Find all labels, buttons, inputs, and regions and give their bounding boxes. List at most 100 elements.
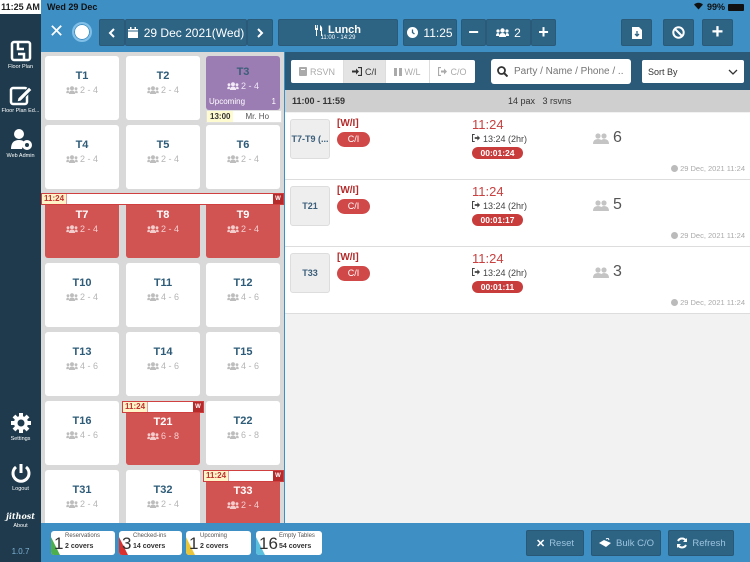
pax-value: 6 — [613, 129, 622, 146]
table-t12[interactable]: T12 4 - 6 — [206, 263, 280, 327]
table-t4[interactable]: T4 2 - 4 — [45, 125, 119, 189]
table-t21[interactable]: T21 6 - 8 — [126, 409, 200, 465]
users-icon — [147, 500, 159, 508]
entry-status-badge[interactable]: C/I — [337, 266, 370, 281]
table-t33[interactable]: T33 2 - 4 — [206, 478, 280, 523]
sidebar-item-logout[interactable]: Logout — [0, 462, 41, 492]
battery-level: 99% — [706, 2, 725, 12]
time-button[interactable]: 11:25 — [403, 19, 457, 46]
status-circle-button[interactable] — [72, 22, 92, 42]
table-capacity: 2 - 4 — [45, 85, 119, 95]
tab-checkin[interactable]: C/I — [344, 60, 386, 83]
table-t16[interactable]: T16 4 - 6 — [45, 401, 119, 465]
bulk-checkout-button[interactable]: Bulk C/O — [591, 530, 661, 556]
walkin-strip[interactable]: 11:24 W — [203, 470, 284, 482]
sort-label: Sort By — [648, 66, 678, 77]
export-button[interactable] — [621, 19, 652, 46]
refresh-icon — [677, 537, 688, 549]
search-input[interactable] — [514, 66, 624, 77]
reset-button[interactable]: ✕ Reset — [526, 530, 584, 556]
users-icon — [147, 225, 159, 233]
reservation-entry[interactable]: T33 [W/I] C/I 11:24 13:24 (2hr) 00:01:11 3 29 D… — [285, 247, 750, 314]
file-download-icon — [631, 26, 642, 39]
table-t15[interactable]: T15 4 - 6 — [206, 332, 280, 396]
pax-value: 5 — [613, 196, 622, 213]
table-capacity: 6 - 8 — [206, 430, 280, 440]
entry-timer: 00:01:11 — [472, 281, 523, 293]
sidebar-label: Floor Plan — [7, 64, 34, 70]
table-t13[interactable]: T13 4 - 6 — [45, 332, 119, 396]
sort-by-select[interactable]: Sort By — [642, 60, 744, 83]
next-date-button[interactable] — [247, 19, 273, 46]
table-t5[interactable]: T5 2 - 4 — [126, 125, 200, 189]
entry-type: [W/I] — [337, 252, 359, 263]
table-t32[interactable]: T32 2 - 4 — [126, 470, 200, 523]
reservation-entry[interactable]: T21 [W/I] C/I 11:24 13:24 (2hr) 00:01:17 5 29 D… — [285, 180, 750, 247]
table-t7[interactable]: T7 2 - 4 — [45, 202, 119, 258]
capacity-value: 4 - 6 — [240, 292, 259, 302]
block-button[interactable] — [663, 19, 694, 46]
reservation-strip[interactable]: 13:00 Mr. Ho — [206, 110, 282, 123]
table-t14[interactable]: T14 4 - 6 — [126, 332, 200, 396]
stat-covers: 2 covers — [200, 543, 229, 550]
sidebar-label: Settings — [10, 436, 31, 442]
add-button[interactable]: + — [702, 19, 733, 46]
table-t31[interactable]: T31 2 - 4 — [45, 470, 119, 523]
users-icon — [147, 362, 159, 370]
stat-covers: 2 covers — [65, 543, 94, 550]
entry-time: 11:24 — [472, 251, 504, 266]
table-t2[interactable]: T2 2 - 4 — [126, 56, 200, 120]
table-t10[interactable]: T10 2 - 4 — [45, 263, 119, 327]
sidebar-item-web-admin[interactable]: Web Admin — [0, 127, 41, 159]
entry-timer: 00:01:24 — [472, 147, 523, 159]
tab-waitlist[interactable]: W/L — [386, 60, 430, 83]
users-icon — [227, 362, 239, 370]
table-t9[interactable]: T9 2 - 4 — [206, 202, 280, 258]
entry-type: [W/I] — [337, 185, 359, 196]
chevron-down-icon — [728, 69, 738, 75]
power-icon — [11, 464, 30, 483]
decrease-party-button[interactable]: − — [461, 19, 486, 46]
sidebar-item-floor-plan-editor[interactable]: Floor Plan Ed... — [0, 84, 41, 114]
date-picker-button[interactable]: 29 Dec 2021(Wed) — [125, 19, 247, 46]
close-icon[interactable]: ✕ — [49, 21, 64, 42]
table-capacity: 2 - 4 — [45, 224, 119, 234]
entry-status-badge[interactable]: C/I — [337, 132, 370, 147]
table-t3[interactable]: T3 2 - 4 Upcoming 1 — [206, 56, 280, 110]
refresh-button[interactable]: Refresh — [668, 530, 734, 556]
tab-rsvn[interactable]: RSVN — [291, 60, 345, 83]
tab-checkout[interactable]: C/O — [430, 60, 475, 83]
table-capacity: 2 - 4 — [45, 154, 119, 164]
bulk-checkout-icon — [598, 537, 611, 547]
table-t6[interactable]: T6 2 - 4 — [206, 125, 280, 189]
table-t1[interactable]: T1 2 - 4 — [45, 56, 119, 120]
sidebar-item-settings[interactable]: Settings — [0, 412, 41, 442]
table-t11[interactable]: T11 4 - 6 — [126, 263, 200, 327]
reservation-entry[interactable]: T7-T9 (... [W/I] C/I 11:24 13:24 (2hr) 00:01:… — [285, 113, 750, 180]
sidebar-item-about[interactable]: jithost About — [0, 511, 41, 529]
table-name: T31 — [72, 484, 92, 496]
prev-date-button[interactable] — [99, 19, 125, 46]
reservation-time: 13:00 — [207, 111, 234, 122]
table-t22[interactable]: T22 6 - 8 — [206, 401, 280, 465]
tab-label: C/I — [365, 66, 377, 77]
sidebar-item-floor-plan[interactable]: Floor Plan — [0, 40, 41, 70]
entry-table: T7-T9 (... — [291, 134, 329, 144]
stat-card-empty-tables[interactable]: 16 Empty Tables 54 covers — [256, 531, 322, 555]
stat-card-checked-ins[interactable]: 3 Checked-ins 14 covers — [119, 531, 182, 555]
meal-period-button[interactable]: Lunch 11:00 - 14:29 — [278, 19, 398, 46]
table-name: T3 — [236, 66, 250, 78]
battery-icon — [728, 3, 744, 11]
table-name: T14 — [153, 346, 173, 358]
stat-count: 1 — [54, 534, 64, 553]
plus-icon: + — [538, 22, 549, 42]
sidebar-label: About — [13, 523, 28, 529]
walkin-strip[interactable]: 11:24 W — [122, 401, 204, 413]
entry-status-badge[interactable]: C/I — [337, 199, 370, 214]
increase-party-button[interactable]: + — [531, 19, 556, 46]
stat-card-reservations[interactable]: 1 Reservations 2 covers — [51, 531, 115, 555]
walkin-strip[interactable]: 11:24 W — [41, 193, 284, 205]
table-t8[interactable]: T8 2 - 4 — [126, 202, 200, 258]
stat-card-upcoming[interactable]: 1 Upcoming 2 covers — [186, 531, 251, 555]
table-thumbnail: T33 — [290, 253, 330, 293]
